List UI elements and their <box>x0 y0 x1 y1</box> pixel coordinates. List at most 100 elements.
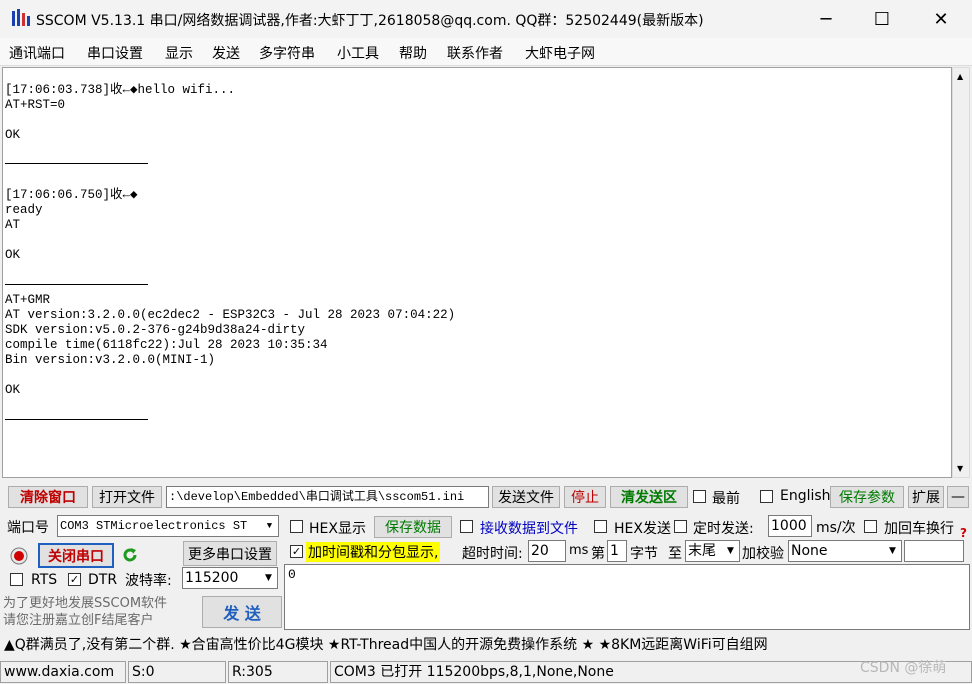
timeout-input[interactable]: 20 <box>528 540 566 562</box>
maximize-button[interactable]: ☐ <box>853 0 911 38</box>
recv-to-file-checkbox[interactable] <box>460 520 473 533</box>
receive-line: compile time(6118fc22):Jul 28 2023 10:35… <box>5 338 328 352</box>
add-crlf-label: 加回车换行 <box>884 521 954 537</box>
receive-area[interactable]: [17:06:03.738]收←◆hello wifi... AT+RST=0 … <box>2 67 952 478</box>
menu-daxia-site[interactable]: 大虾电子网 <box>525 43 595 63</box>
clear-send-button[interactable]: 清发送区 <box>610 486 688 508</box>
add-crlf-checkbox[interactable] <box>864 520 877 533</box>
menu-comm-port[interactable]: 通讯端口 <box>9 43 65 63</box>
rts-checkbox[interactable] <box>10 573 23 586</box>
menu-display[interactable]: 显示 <box>165 43 193 63</box>
scroll-up-icon[interactable]: ▲ <box>957 72 963 81</box>
close-button[interactable]: ✕ <box>912 0 970 38</box>
receive-line: OK <box>5 383 21 397</box>
menu-multi-string[interactable]: 多字符串 <box>259 43 315 63</box>
app-icon <box>12 9 30 26</box>
dtr-checkbox[interactable]: ✓ <box>68 573 81 586</box>
receive-line: [17:06:06.750]收←◆ <box>5 188 138 202</box>
clear-window-button[interactable]: 清除窗口 <box>8 486 88 508</box>
menu-tools[interactable]: 小工具 <box>337 43 379 63</box>
checksum-label: 加校验 <box>742 546 784 562</box>
save-data-button[interactable]: 保存数据 <box>374 516 452 538</box>
receive-line: AT <box>5 218 21 232</box>
hex-send-label: HEX发送 <box>614 521 671 537</box>
hex-display-checkbox[interactable] <box>290 520 303 533</box>
chevron-down-icon[interactable]: ▼ <box>260 568 277 588</box>
menu-bar: 通讯端口 串口设置 显示 发送 多字符串 小工具 帮助 联系作者 大虾电子网 <box>0 38 972 66</box>
dtr-label: DTR <box>88 572 118 588</box>
byte-suffix-label: 字节 <box>630 546 658 562</box>
top-most-checkbox[interactable] <box>693 490 706 503</box>
port-status-icon <box>10 547 28 565</box>
timed-send-checkbox[interactable] <box>674 520 687 533</box>
status-website[interactable]: www.daxia.com <box>0 661 126 683</box>
save-params-button[interactable]: 保存参数 <box>830 486 904 508</box>
timeout-label: 超时时间: <box>462 546 523 562</box>
top-most-label: 最前 <box>712 491 740 507</box>
watermark: CSDN @徐萌 <box>860 660 947 676</box>
stop-button[interactable]: 停止 <box>564 486 606 508</box>
port-select[interactable]: COM3 STMicroelectronics ST ▼ <box>57 515 279 537</box>
file-path-field[interactable]: :\develop\Embedded\串口调试工具\sscom51.ini <box>166 486 489 508</box>
receive-line: [17:06:03.738]收←◆hello wifi... <box>5 83 236 97</box>
checksum-select[interactable]: None ▼ <box>788 540 902 562</box>
to-value: 末尾 <box>688 543 716 559</box>
timestamp-checkbox[interactable]: ✓ <box>290 545 303 558</box>
baud-select[interactable]: 115200 ▼ <box>182 567 278 589</box>
timed-send-label: 定时发送: <box>693 521 754 537</box>
receive-line: OK <box>5 248 21 262</box>
rts-label: RTS <box>31 572 58 588</box>
to-select[interactable]: 末尾 ▼ <box>685 540 740 562</box>
title-bar: SSCOM V5.13.1 串口/网络数据调试器,作者:大虾丁丁,2618058… <box>0 0 972 38</box>
menu-help[interactable]: 帮助 <box>399 43 427 63</box>
vertical-scrollbar[interactable]: ▲ ▼ <box>952 67 970 478</box>
receive-line: SDK version:v5.0.2-376-g24b9d38a24-dirty <box>5 323 306 337</box>
timeout-unit-label: ms <box>569 543 589 558</box>
receive-line: ready <box>5 203 43 217</box>
send-file-button[interactable]: 发送文件 <box>492 486 560 508</box>
byte-prefix-label: 第 <box>591 546 605 562</box>
hex-send-checkbox[interactable] <box>594 520 607 533</box>
status-sent-count: S:0 <box>128 661 226 683</box>
open-file-button[interactable]: 打开文件 <box>92 486 162 508</box>
english-checkbox[interactable] <box>760 490 773 503</box>
scroll-down-icon[interactable]: ▼ <box>957 464 963 473</box>
refresh-icon[interactable] <box>120 545 140 565</box>
chevron-down-icon[interactable]: ▼ <box>261 516 278 536</box>
receive-line: Bin version:v3.2.0.0(MINI-1) <box>5 353 216 367</box>
help-icon[interactable]: ? <box>960 526 967 540</box>
menu-contact-author[interactable]: 联系作者 <box>447 43 503 63</box>
receive-line: AT+RST=0 <box>5 98 66 112</box>
expand-button[interactable]: 扩展 <box>908 486 944 508</box>
chevron-down-icon[interactable]: ▼ <box>884 541 901 561</box>
separator <box>5 163 148 164</box>
send-input[interactable]: 0 <box>284 564 970 630</box>
port-label: 端口号 <box>7 520 49 536</box>
english-label: English <box>780 488 831 504</box>
hex-display-label: HEX显示 <box>309 521 366 537</box>
separator <box>5 419 148 420</box>
collapse-button[interactable]: — <box>947 486 969 508</box>
port-value: COM3 STMicroelectronics ST <box>60 519 248 533</box>
byte-input[interactable]: 1 <box>607 540 627 562</box>
window-title: SSCOM V5.13.1 串口/网络数据调试器,作者:大虾丁丁,2618058… <box>36 13 704 29</box>
close-port-button[interactable]: 关闭串口 <box>38 543 114 568</box>
to-label: 至 <box>668 546 682 562</box>
baud-value: 115200 <box>185 570 239 586</box>
receive-line: AT version:3.2.0.0(ec2dec2 - ESP32C3 - J… <box>5 308 456 322</box>
minimize-button[interactable]: ─ <box>797 0 855 38</box>
receive-line: OK <box>5 128 21 142</box>
chevron-down-icon[interactable]: ▼ <box>722 541 739 561</box>
recv-to-file-label[interactable]: 接收数据到文件 <box>480 518 578 538</box>
interval-input[interactable]: 1000 <box>768 515 812 537</box>
separator <box>5 284 148 285</box>
checksum-value: None <box>791 543 828 559</box>
receive-line: AT+GMR <box>5 293 51 307</box>
timestamp-label: 加时间戳和分包显示, <box>306 542 441 562</box>
menu-send[interactable]: 发送 <box>212 43 240 63</box>
checksum-result-field[interactable] <box>904 540 964 562</box>
ad-marquee[interactable]: ▲Q群满员了,没有第二个群. ★合宙高性价比4G模块 ★RT-Thread中国人… <box>0 633 972 657</box>
menu-serial-settings[interactable]: 串口设置 <box>87 43 143 63</box>
send-button[interactable]: 发 送 <box>202 596 282 628</box>
more-serial-settings-button[interactable]: 更多串口设置 <box>183 541 277 566</box>
